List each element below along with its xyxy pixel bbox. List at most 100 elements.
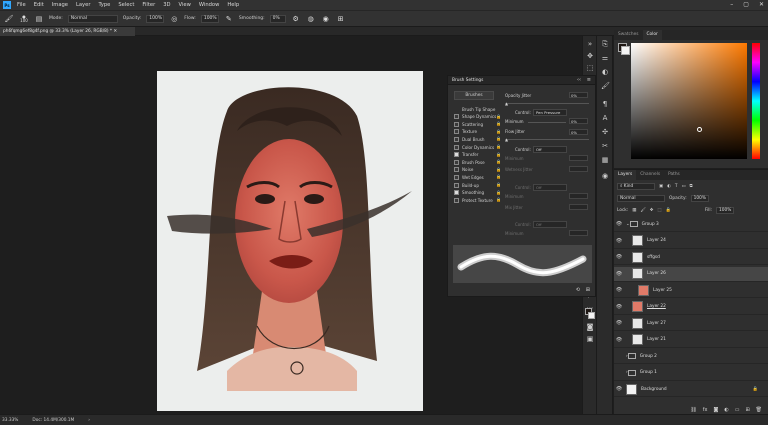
brush-setting-build-up[interactable]: Build-up 🔒: [454, 182, 501, 188]
menu-select[interactable]: Select: [118, 2, 134, 8]
symmetry-icon[interactable]: ⊞: [336, 14, 346, 24]
layer-opacity-field[interactable]: 100%: [690, 195, 709, 202]
checkbox[interactable]: [454, 136, 459, 142]
tab-channels[interactable]: Channels: [636, 170, 664, 180]
paragraph-panel-icon[interactable]: ¶: [601, 100, 609, 108]
flow-jitter-slider[interactable]: [505, 139, 589, 140]
visibility-eye-icon[interactable]: 👁: [614, 271, 624, 277]
collapse-panel-icon[interactable]: ‹‹: [577, 77, 581, 83]
menu-3d[interactable]: 3D: [163, 2, 170, 8]
brushes-button[interactable]: Brushes: [454, 91, 494, 100]
pressure-size-icon[interactable]: ◉: [321, 14, 331, 24]
menu-window[interactable]: Window: [199, 2, 219, 8]
brush-setting-shape-dynamics[interactable]: Shape Dynamics 🔒: [454, 114, 501, 120]
menu-type[interactable]: Type: [98, 2, 110, 8]
lock-pixels-icon[interactable]: 🖌: [640, 208, 645, 213]
brush-setting-color-dynamics[interactable]: Color Dynamics 🔒: [454, 144, 501, 150]
lock-icon[interactable]: 🔒: [496, 174, 501, 180]
add-mask-icon[interactable]: ◙: [713, 407, 718, 413]
brush-setting-dual-brush[interactable]: Dual Brush 🔒: [454, 136, 501, 142]
maximize-icon[interactable]: ▢: [743, 1, 749, 8]
opacity-jitter-value[interactable]: 0%: [569, 92, 588, 98]
character-panel-icon[interactable]: A: [601, 114, 609, 122]
visibility-eye-icon[interactable]: 👁: [614, 287, 624, 293]
color-picker-ring[interactable]: [697, 127, 702, 132]
visibility-eye-icon[interactable]: 👁: [614, 320, 624, 326]
filter-pixel-icon[interactable]: ▣: [659, 184, 663, 189]
opacity-jitter-handle-icon[interactable]: ▲: [505, 101, 508, 106]
layer-row-layer-27[interactable]: 👁 Layer 27: [614, 316, 768, 331]
properties-panel-icon[interactable]: ⚌: [601, 54, 609, 62]
visibility-eye-icon[interactable]: 👁: [614, 337, 624, 343]
link-layers-icon[interactable]: ⛓: [690, 407, 696, 413]
panel-background-swatch[interactable]: [621, 46, 630, 55]
brush-setting-protect-texture[interactable]: Protect Texture 🔒: [454, 197, 501, 203]
visibility-eye-icon[interactable]: 👁: [614, 221, 624, 227]
minimum-value-1[interactable]: 0%: [569, 118, 588, 124]
menu-file[interactable]: File: [17, 2, 26, 8]
visibility-eye-icon[interactable]: 👁: [614, 238, 624, 244]
menu-image[interactable]: Image: [52, 2, 68, 8]
tab-color[interactable]: Color: [642, 30, 662, 40]
fill-field[interactable]: 100%: [716, 207, 735, 214]
control-dropdown-4[interactable]: Off: [533, 221, 567, 228]
libraries-panel-icon[interactable]: ▦: [601, 156, 609, 164]
lock-icon[interactable]: 🔒: [496, 144, 501, 150]
photoshop-logo[interactable]: Ps: [3, 1, 11, 9]
close-icon[interactable]: ✕: [759, 1, 764, 8]
opacity-jitter-slider[interactable]: [505, 103, 589, 104]
adjustment-layer-icon[interactable]: ◐: [724, 407, 728, 413]
lock-transparency-icon[interactable]: ▦: [632, 208, 636, 213]
visibility-eye-icon[interactable]: 👁: [614, 304, 624, 310]
delete-layer-icon[interactable]: 🗑: [756, 407, 762, 413]
airbrush-icon[interactable]: ✎: [224, 14, 234, 24]
zoom-level[interactable]: 33.33%: [2, 418, 18, 423]
checkbox[interactable]: [454, 159, 459, 165]
layer-row-layer-21[interactable]: 👁 Layer 21: [614, 333, 768, 348]
mode-dropdown[interactable]: Normal: [67, 14, 118, 23]
filter-shape-icon[interactable]: ▭: [681, 184, 685, 189]
brush-setting-brush-tip-shape[interactable]: Brush Tip Shape: [462, 106, 495, 112]
lock-icon[interactable]: 🔒: [496, 136, 501, 142]
filter-smart-icon[interactable]: ⧉: [690, 184, 693, 189]
layer-row-layer-26[interactable]: 👁 Layer 26: [614, 266, 768, 282]
menu-help[interactable]: Help: [227, 2, 239, 8]
status-expand-icon[interactable]: ›: [88, 418, 90, 423]
smoothing-field[interactable]: 0%: [269, 14, 286, 23]
smoothing-options-gear-icon[interactable]: ⚙: [291, 14, 301, 24]
minimum-slider-1[interactable]: [528, 122, 566, 123]
glyphs-panel-icon[interactable]: ✣: [601, 128, 609, 136]
menu-edit[interactable]: Edit: [34, 2, 44, 8]
lock-icon[interactable]: 🔒: [496, 121, 501, 127]
history-panel-icon[interactable]: ⎘: [601, 40, 609, 48]
brush-setting-transfer[interactable]: Transfer 🔒: [454, 152, 501, 158]
minimize-icon[interactable]: –: [730, 1, 733, 8]
filter-type-icon[interactable]: T: [675, 184, 678, 189]
layer-row-group-2[interactable]: › Group 2: [614, 349, 768, 364]
layer-row-layer-22[interactable]: 👁 Layer 22: [614, 300, 768, 315]
lock-icon[interactable]: 🔒: [496, 152, 501, 158]
color-field[interactable]: [631, 43, 747, 159]
lock-icon[interactable]: 🔒: [496, 159, 501, 165]
control-dropdown-1[interactable]: Pen Pressure: [533, 109, 567, 116]
lock-all-icon[interactable]: 🔒: [665, 208, 670, 213]
checkbox[interactable]: [454, 114, 459, 120]
layer-row-sffgsd[interactable]: 👁 sffgsd: [614, 250, 768, 265]
checkbox[interactable]: [454, 182, 459, 188]
layer-row-layer-24[interactable]: 👁 Layer 24: [614, 234, 768, 249]
visibility-eye-icon[interactable]: 👁: [614, 254, 624, 260]
brush-settings-toggle-icon[interactable]: ▤: [34, 14, 44, 24]
layer-style-icon[interactable]: fx: [703, 407, 708, 413]
flow-jitter-value[interactable]: 0%: [569, 129, 588, 135]
filter-adjust-icon[interactable]: ◐: [667, 184, 671, 189]
hue-slider[interactable]: [752, 43, 760, 159]
control-dropdown-2[interactable]: Off: [533, 146, 567, 153]
layer-row-background[interactable]: 👁 Background 🔒: [614, 382, 768, 397]
pressure-opacity-icon[interactable]: ◎: [169, 14, 179, 24]
new-group-icon[interactable]: ▭: [735, 407, 740, 413]
flow-jitter-handle-icon[interactable]: ▲: [505, 137, 508, 142]
toggle-live-tip-icon[interactable]: ⟲: [576, 287, 580, 293]
clone-source-icon[interactable]: ◉: [601, 172, 609, 180]
checkbox[interactable]: [454, 197, 459, 203]
brush-setting-wet-edges[interactable]: Wet Edges 🔒: [454, 174, 501, 180]
